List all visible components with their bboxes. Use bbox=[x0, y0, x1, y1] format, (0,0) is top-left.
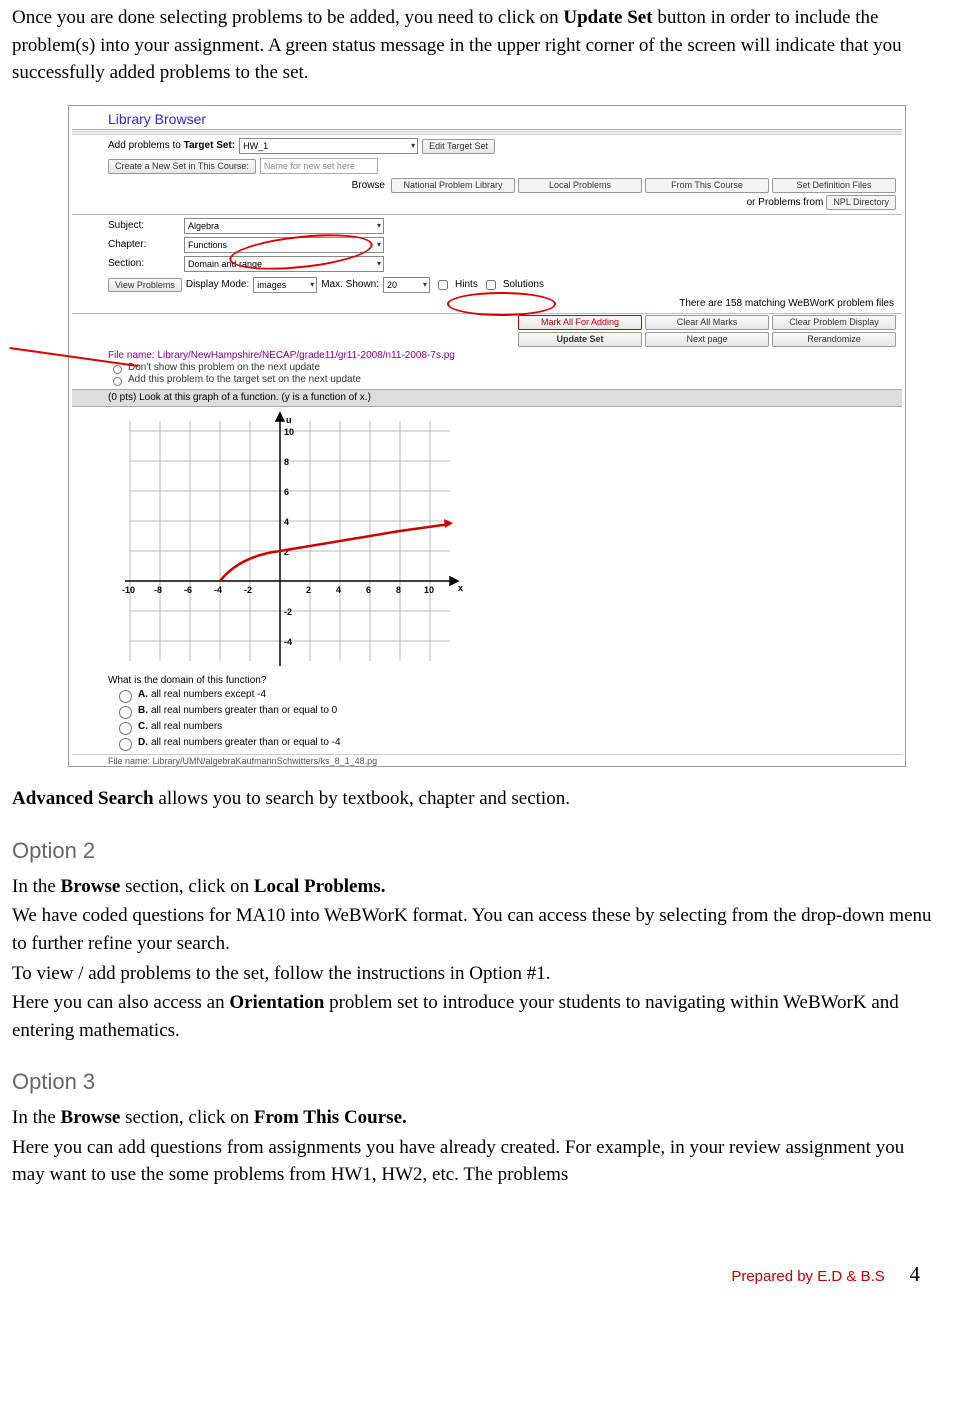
section-label: Section: bbox=[108, 258, 178, 270]
option2-line2: We have coded questions for MA10 into We… bbox=[12, 902, 938, 957]
solutions-checkbox[interactable] bbox=[486, 280, 496, 290]
svg-text:6: 6 bbox=[284, 487, 289, 497]
option2-line3: To view / add problems to the set, follo… bbox=[12, 960, 938, 988]
new-set-name-input[interactable]: Name for new set here bbox=[260, 158, 378, 174]
tab-set-definition-files[interactable]: Set Definition Files bbox=[772, 178, 896, 193]
tab-local-problems[interactable]: Local Problems bbox=[518, 178, 642, 193]
svg-text:-2: -2 bbox=[284, 607, 292, 617]
target-set-row: Add problems to Target Set: HW_1 Edit Ta… bbox=[72, 136, 902, 156]
display-mode-select[interactable]: images bbox=[253, 277, 317, 293]
intro-paragraph: Once you are done selecting problems to … bbox=[12, 4, 938, 87]
next-page-button[interactable]: Next page bbox=[645, 332, 769, 347]
edit-target-set-button[interactable]: Edit Target Set bbox=[422, 139, 495, 154]
subject-label: Subject: bbox=[108, 220, 178, 232]
answer-b[interactable]: B.all real numbers greater than or equal… bbox=[72, 703, 902, 719]
page-footer: Prepared by E.D & B.S 4 bbox=[12, 1259, 938, 1290]
max-shown-select[interactable]: 20 bbox=[383, 277, 430, 293]
chapter-label: Chapter: bbox=[108, 239, 178, 251]
function-graph: u x 10 8 6 4 2 -2 -4 -10 -8 -6 -4 -2 2 4… bbox=[110, 411, 470, 671]
problem-header: (0 pts) Look at this graph of a function… bbox=[72, 389, 902, 407]
page-number: 4 bbox=[910, 1262, 921, 1286]
svg-text:-4: -4 bbox=[214, 585, 222, 595]
file-name-line: File name: Library/NewHampshire/NECAP/gr… bbox=[72, 348, 902, 362]
update-set-button[interactable]: Update Set bbox=[518, 332, 642, 347]
clear-marks-button[interactable]: Clear All Marks bbox=[645, 315, 769, 330]
answer-c[interactable]: C.all real numbers bbox=[72, 719, 902, 735]
npl-directory-button[interactable]: NPL Directory bbox=[826, 195, 896, 210]
svg-text:-10: -10 bbox=[122, 585, 135, 595]
option-2-heading: Option 2 bbox=[12, 835, 938, 867]
tab-from-this-course[interactable]: From This Course bbox=[645, 178, 769, 193]
answer-a[interactable]: A.all real numbers except -4 bbox=[72, 687, 902, 703]
library-browser-title: Library Browser bbox=[72, 109, 902, 131]
svg-text:-4: -4 bbox=[284, 637, 292, 647]
svg-text:4: 4 bbox=[284, 517, 289, 527]
svg-text:x: x bbox=[458, 583, 463, 593]
clear-display-button[interactable]: Clear Problem Display bbox=[772, 315, 896, 330]
svg-text:-2: -2 bbox=[244, 585, 252, 595]
svg-text:-8: -8 bbox=[154, 585, 162, 595]
hints-checkbox[interactable] bbox=[438, 280, 448, 290]
option3-line1: In the Browse section, click on From Thi… bbox=[12, 1104, 938, 1132]
next-file-line: File name: Library/UMN/algebraKaufmannSc… bbox=[72, 754, 902, 767]
add-this-radio[interactable]: Add this problem to the target set on th… bbox=[72, 374, 902, 386]
svg-text:-6: -6 bbox=[184, 585, 192, 595]
view-problems-button[interactable]: View Problems bbox=[108, 278, 182, 293]
question-text: What is the domain of this function? bbox=[72, 673, 902, 687]
prepared-by: Prepared by E.D & B.S bbox=[731, 1268, 884, 1285]
filter-grid: Subject: Algebra Chapter: Functions Sect… bbox=[72, 215, 902, 275]
option2-line1: In the Browse section, click on Local Pr… bbox=[12, 873, 938, 901]
rerandomize-button[interactable]: Rerandomize bbox=[772, 332, 896, 347]
svg-text:2: 2 bbox=[306, 585, 311, 595]
dont-show-radio[interactable]: Don't show this problem on the next upda… bbox=[72, 362, 902, 374]
annotation-circle-update-set bbox=[447, 292, 556, 316]
subject-select[interactable]: Algebra bbox=[184, 218, 384, 234]
option-3-heading: Option 3 bbox=[12, 1066, 938, 1098]
answer-d[interactable]: D.all real numbers greater than or equal… bbox=[72, 735, 902, 751]
create-set-row: Create a New Set in This Course: Name fo… bbox=[72, 156, 902, 176]
advanced-search-line: Advanced Search allows you to search by … bbox=[12, 785, 938, 813]
browse-tabs-row: Browse National Problem Library Local Pr… bbox=[72, 176, 902, 195]
target-set-select[interactable]: HW_1 bbox=[239, 138, 418, 154]
option2-line4: Here you can also access an Orientation … bbox=[12, 989, 938, 1044]
svg-text:10: 10 bbox=[424, 585, 434, 595]
svg-text:u: u bbox=[286, 415, 292, 425]
svg-text:4: 4 bbox=[336, 585, 341, 595]
mark-all-button[interactable]: Mark All For Adding bbox=[518, 315, 642, 330]
library-browser-screenshot: Library Browser Add problems to Target S… bbox=[68, 105, 906, 768]
tab-national-problem-library[interactable]: National Problem Library bbox=[391, 178, 515, 193]
svg-text:10: 10 bbox=[284, 427, 294, 437]
svg-text:8: 8 bbox=[284, 457, 289, 467]
option3-line2: Here you can add questions from assignme… bbox=[12, 1134, 938, 1189]
create-new-set-button[interactable]: Create a New Set in This Course: bbox=[108, 159, 256, 174]
svg-text:6: 6 bbox=[366, 585, 371, 595]
svg-text:8: 8 bbox=[396, 585, 401, 595]
